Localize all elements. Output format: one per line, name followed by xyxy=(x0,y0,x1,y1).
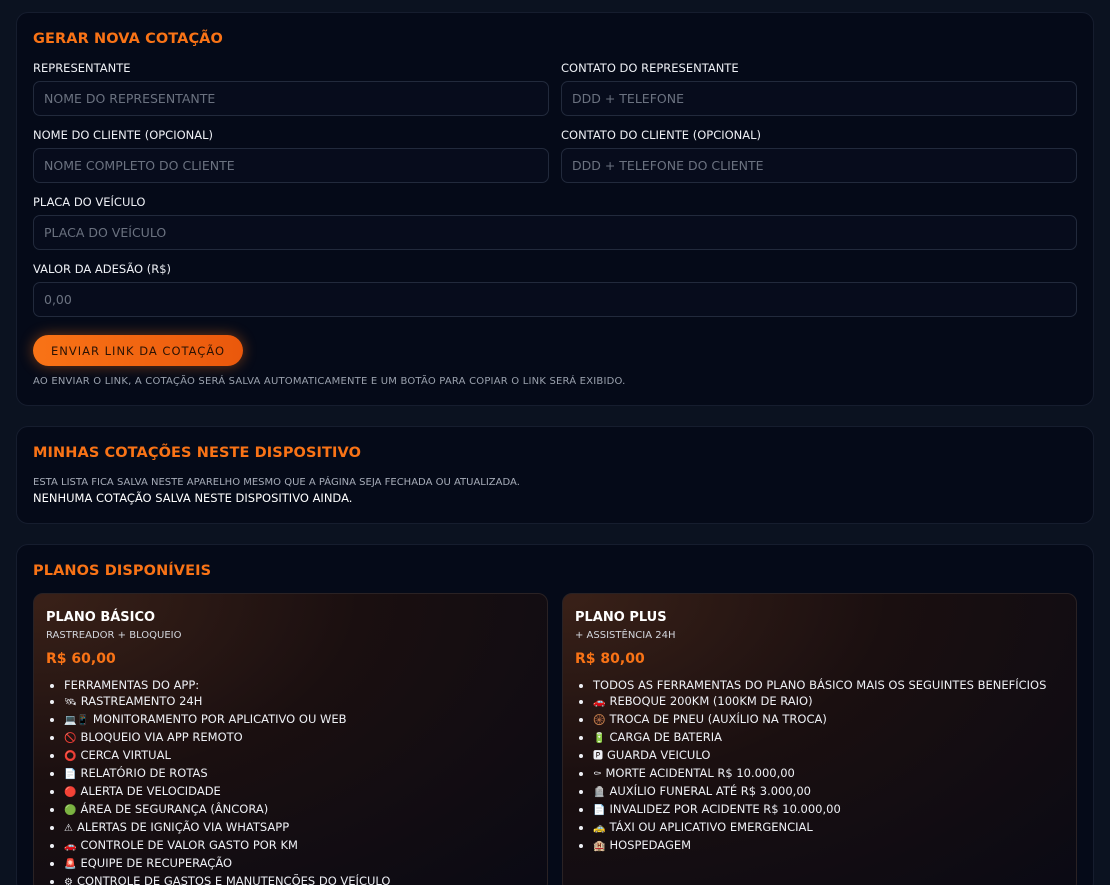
feature-text: BLOQUEIO VIA APP REMOTO xyxy=(80,730,243,744)
representative-label: REPRESENTANTE xyxy=(33,61,131,75)
plan-feature-item: 🅿 GUARDA VEICULO xyxy=(593,747,1064,765)
plan-plus-features: TODOS AS FERRAMENTAS DO PLANO BÁSICO MAI… xyxy=(575,677,1064,855)
client-contact-label: CONTATO DO CLIENTE (OPCIONAL) xyxy=(561,128,762,142)
saved-quotes-card: MINHAS COTAÇÕES NESTE DISPOSITIVO ESTA L… xyxy=(16,426,1094,524)
feature-text: REBOQUE 200KM (100KM DE RAIO) xyxy=(609,694,813,708)
plan-feature-item: 🚨EQUIPE DE RECUPERAÇÃO xyxy=(64,855,535,873)
plan-feature-item: ⚰MORTE ACIDENTAL R$ 10.000,00 xyxy=(593,765,1064,783)
feature-text: GUARDA VEICULO xyxy=(607,748,711,762)
feature-text: FERRAMENTAS DO APP: xyxy=(64,678,200,692)
feature-icon: ⚠ xyxy=(64,823,73,834)
client-name-label: NOME DO CLIENTE (OPCIONAL) xyxy=(33,128,214,142)
plan-feature-item: 🛰RASTREAMENTO 24H xyxy=(64,693,535,711)
adhesion-fee-label: VALOR DA ADESÃO (R$) xyxy=(33,262,172,276)
plan-feature-item: 🔴ALERTA DE VELOCIDADE xyxy=(64,783,535,801)
feature-text: HOSPEDAGEM xyxy=(609,838,692,852)
feature-text: EQUIPE DE RECUPERAÇÃO xyxy=(80,856,233,870)
feature-text: ALERTAS DE IGNIÇÃO VIA WHATSAPP xyxy=(76,820,290,834)
feature-icon: 🚗 xyxy=(593,697,606,708)
feature-icon: 🛰 xyxy=(64,697,77,708)
feature-text: TÁXI OU APLICATIVO EMERGENCIAL xyxy=(609,820,813,834)
feature-icon: ⚙ xyxy=(64,877,73,885)
plan-feature-item: 📄INVALIDEZ POR ACIDENTE R$ 10.000,00 xyxy=(593,801,1064,819)
plans-title: PLANOS DISPONÍVEIS xyxy=(33,563,212,579)
plan-feature-item: FERRAMENTAS DO APP: xyxy=(64,677,535,693)
feature-icon: 🚗 xyxy=(64,841,77,852)
feature-icon: 🚨 xyxy=(64,859,77,870)
plan-feature-item: 🔋CARGA DE BATERIA xyxy=(593,729,1064,747)
feature-text: ÁREA DE SEGURANÇA (ÂNCORA) xyxy=(80,802,269,816)
client-name-input[interactable] xyxy=(33,148,549,183)
feature-text: MORTE ACIDENTAL R$ 10.000,00 xyxy=(605,766,795,780)
vehicle-plate-input[interactable] xyxy=(33,215,1077,250)
plan-feature-item: 🚗REBOQUE 200KM (100KM DE RAIO) xyxy=(593,693,1064,711)
plan-plus-subtitle: + ASSISTÊNCIA 24H xyxy=(575,630,676,641)
feature-icon: ⭕ xyxy=(64,751,77,762)
feature-icon: 🏨 xyxy=(593,841,606,852)
vehicle-plate-label: PLACA DO VEÍCULO xyxy=(33,195,146,209)
feature-text: TODOS AS FERRAMENTAS DO PLANO BÁSICO MAI… xyxy=(593,678,1047,692)
feature-icon: 💻📱 xyxy=(64,715,89,726)
plan-feature-item: 🚗CONTROLE DE VALOR GASTO POR KM xyxy=(64,837,535,855)
feature-text: CONTROLE DE VALOR GASTO POR KM xyxy=(80,838,298,852)
feature-icon: 🔋 xyxy=(593,733,606,744)
quote-form-title: GERAR NOVA COTAÇÃO xyxy=(33,31,223,47)
plan-feature-item: 🟢ÁREA DE SEGURANÇA (ÂNCORA) xyxy=(64,801,535,819)
quote-form-card: GERAR NOVA COTAÇÃO REPRESENTANTE CONTATO… xyxy=(16,12,1094,406)
plan-feature-item: 🪦AUXÍLIO FUNERAL ATÉ R$ 3.000,00 xyxy=(593,783,1064,801)
plan-feature-item: 💻📱MONITORAMENTO POR APLICATIVO OU WEB xyxy=(64,711,535,729)
feature-icon: 🚫 xyxy=(64,733,77,744)
feature-text: AUXÍLIO FUNERAL ATÉ R$ 3.000,00 xyxy=(609,784,811,798)
feature-icon: 🪦 xyxy=(593,787,606,798)
plan-basic-name: PLANO BÁSICO xyxy=(46,610,156,625)
saved-quotes-title: MINHAS COTAÇÕES NESTE DISPOSITIVO xyxy=(33,445,361,461)
feature-text: ALERTA DE VELOCIDADE xyxy=(80,784,221,798)
feature-text: MONITORAMENTO POR APLICATIVO OU WEB xyxy=(92,712,347,726)
plan-plus-name: PLANO PLUS xyxy=(575,610,667,625)
feature-text: TROCA DE PNEU (AUXÍLIO NA TROCA) xyxy=(609,712,827,726)
plan-feature-item: TODOS AS FERRAMENTAS DO PLANO BÁSICO MAI… xyxy=(593,677,1064,693)
plan-feature-item: 🛞TROCA DE PNEU (AUXÍLIO NA TROCA) xyxy=(593,711,1064,729)
feature-icon: 🟢 xyxy=(64,805,77,816)
plan-feature-item: ⚠ALERTAS DE IGNIÇÃO VIA WHATSAPP xyxy=(64,819,535,837)
plans-card: PLANOS DISPONÍVEIS PLANO BÁSICO RASTREAD… xyxy=(16,544,1094,885)
feature-icon: 📄 xyxy=(593,805,606,816)
plan-feature-item: ⚙CONTROLE DE GASTOS E MANUTENÇÕES DO VEÍ… xyxy=(64,873,535,885)
feature-text: CONTROLE DE GASTOS E MANUTENÇÕES DO VEÍC… xyxy=(76,874,391,885)
feature-text: CARGA DE BATERIA xyxy=(609,730,722,744)
feature-text: RASTREAMENTO 24H xyxy=(80,694,203,708)
plan-basic-subtitle: RASTREADOR + BLOQUEIO xyxy=(46,630,182,641)
plan-feature-item: ⭕CERCA VIRTUAL xyxy=(64,747,535,765)
plan-basic-features: FERRAMENTAS DO APP:🛰RASTREAMENTO 24H💻📱MO… xyxy=(46,677,535,885)
feature-icon: 🛞 xyxy=(593,715,606,726)
saved-quotes-empty-message: NENHUMA COTAÇÃO SALVA NESTE DISPOSITIVO … xyxy=(33,491,353,505)
feature-icon: 🚕 xyxy=(593,823,606,834)
saved-quotes-description: ESTA LISTA FICA SALVA NESTE APARELHO MES… xyxy=(33,477,520,488)
client-contact-input[interactable] xyxy=(561,148,1077,183)
adhesion-fee-input[interactable] xyxy=(33,282,1077,317)
feature-text: INVALIDEZ POR ACIDENTE R$ 10.000,00 xyxy=(609,802,841,816)
plan-feature-item: 📄RELATÓRIO DE ROTAS xyxy=(64,765,535,783)
representative-contact-input[interactable] xyxy=(561,81,1077,116)
feature-icon: 🔴 xyxy=(64,787,77,798)
plan-plus-price: R$ 80,00 xyxy=(575,651,645,667)
feature-icon: 📄 xyxy=(64,769,77,780)
send-hint-text: AO ENVIAR O LINK, A COTAÇÃO SERÁ SALVA A… xyxy=(33,376,626,387)
feature-icon: 🅿 xyxy=(593,751,603,762)
feature-text: CERCA VIRTUAL xyxy=(80,748,171,762)
representative-contact-label: CONTATO DO REPRESENTANTE xyxy=(561,61,739,75)
plan-basic-card: PLANO BÁSICO RASTREADOR + BLOQUEIO R$ 60… xyxy=(33,593,548,885)
plan-feature-item: 🏨HOSPEDAGEM xyxy=(593,837,1064,855)
plan-feature-item: 🚕TÁXI OU APLICATIVO EMERGENCIAL xyxy=(593,819,1064,837)
send-quote-link-button[interactable]: ENVIAR LINK DA COTAÇÃO xyxy=(33,335,244,366)
feature-text: RELATÓRIO DE ROTAS xyxy=(80,766,208,780)
representative-input[interactable] xyxy=(33,81,549,116)
feature-icon: ⚰ xyxy=(593,769,602,780)
plan-plus-card: PLANO PLUS + ASSISTÊNCIA 24H R$ 80,00 TO… xyxy=(562,593,1077,885)
plan-basic-price: R$ 60,00 xyxy=(46,651,116,667)
plan-feature-item: 🚫BLOQUEIO VIA APP REMOTO xyxy=(64,729,535,747)
